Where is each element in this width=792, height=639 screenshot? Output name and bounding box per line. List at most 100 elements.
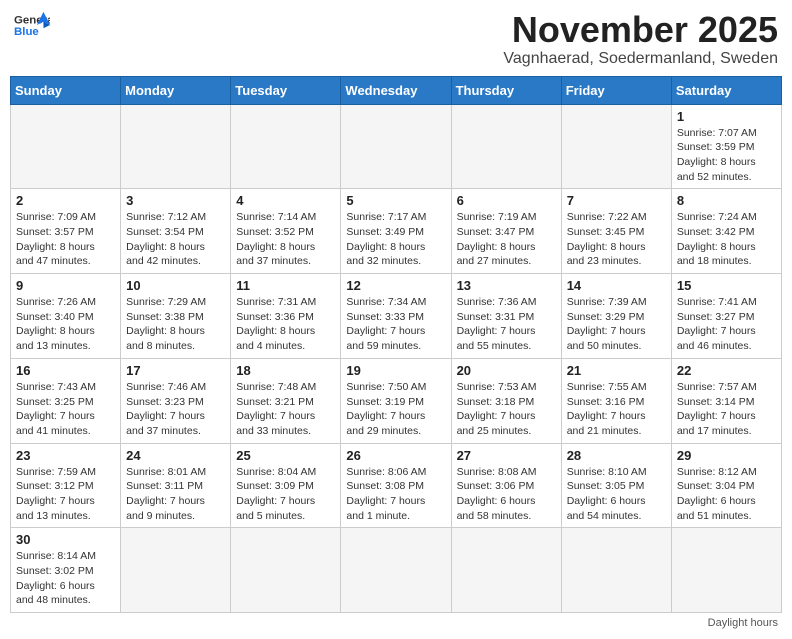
calendar-day: 24 Sunrise: 8:01 AM Sunset: 3:11 PM Dayli… bbox=[121, 443, 231, 528]
calendar-week-3: 9Sunrise: 7:26 AM Sunset: 3:40 PM Daylig… bbox=[11, 274, 782, 359]
day-info: Sunrise: 7:29 AM Sunset: 3:38 PM Dayligh… bbox=[126, 295, 225, 354]
day-number: 22 bbox=[677, 363, 776, 378]
calendar-day: 26 Sunrise: 8:06 AM Sunset: 3:08 PM Dayli… bbox=[341, 443, 451, 528]
calendar-week-6: 30 Sunrise: 8:14 AM Sunset: 3:02 PM Dayli… bbox=[11, 528, 782, 613]
calendar-day: 8 Sunrise: 7:24 AM Sunset: 3:42 PM Daylig… bbox=[671, 189, 781, 274]
day-number: 21 bbox=[567, 363, 666, 378]
day-number: 17 bbox=[126, 363, 225, 378]
calendar-day: 22 Sunrise: 7:57 AM Sunset: 3:14 PM Dayli… bbox=[671, 358, 781, 443]
day-number: 16 bbox=[16, 363, 115, 378]
calendar-day: 16 Sunrise: 7:43 AM Sunset: 3:25 PM Dayli… bbox=[11, 358, 121, 443]
day-info: Sunrise: 7:14 AM Sunset: 3:52 PM Dayligh… bbox=[236, 210, 335, 269]
day-number: 19 bbox=[346, 363, 445, 378]
day-header-monday: Monday bbox=[121, 76, 231, 104]
day-info: Sunrise: 7:36 AM Sunset: 3:31 PM Dayligh… bbox=[457, 295, 556, 354]
calendar-day bbox=[121, 104, 231, 189]
day-header-sunday: Sunday bbox=[11, 76, 121, 104]
calendar-day: 3 Sunrise: 7:12 AM Sunset: 3:54 PM Daylig… bbox=[121, 189, 231, 274]
calendar-day bbox=[341, 528, 451, 613]
calendar-week-4: 16 Sunrise: 7:43 AM Sunset: 3:25 PM Dayli… bbox=[11, 358, 782, 443]
day-info: Sunrise: 8:01 AM Sunset: 3:11 PM Dayligh… bbox=[126, 465, 225, 524]
calendar-day bbox=[451, 104, 561, 189]
calendar-day: 2 Sunrise: 7:09 AM Sunset: 3:57 PM Daylig… bbox=[11, 189, 121, 274]
calendar-day: 11 Sunrise: 7:31 AM Sunset: 3:36 PM Dayli… bbox=[231, 274, 341, 359]
day-number: 2 bbox=[16, 193, 115, 208]
day-number: 6 bbox=[457, 193, 556, 208]
calendar-day: 10Sunrise: 7:29 AM Sunset: 3:38 PM Dayli… bbox=[121, 274, 231, 359]
day-info: Sunrise: 7:19 AM Sunset: 3:47 PM Dayligh… bbox=[457, 210, 556, 269]
calendar-day: 21Sunrise: 7:55 AM Sunset: 3:16 PM Dayli… bbox=[561, 358, 671, 443]
calendar-day: 30 Sunrise: 8:14 AM Sunset: 3:02 PM Dayli… bbox=[11, 528, 121, 613]
day-info: Sunrise: 7:34 AM Sunset: 3:33 PM Dayligh… bbox=[346, 295, 445, 354]
calendar-day: 23Sunrise: 7:59 AM Sunset: 3:12 PM Dayli… bbox=[11, 443, 121, 528]
day-number: 15 bbox=[677, 278, 776, 293]
calendar-week-2: 2 Sunrise: 7:09 AM Sunset: 3:57 PM Daylig… bbox=[11, 189, 782, 274]
calendar-day: 7 Sunrise: 7:22 AM Sunset: 3:45 PM Daylig… bbox=[561, 189, 671, 274]
calendar-day bbox=[451, 528, 561, 613]
day-number: 13 bbox=[457, 278, 556, 293]
calendar: SundayMondayTuesdayWednesdayThursdayFrid… bbox=[10, 76, 782, 614]
calendar-day: 28 Sunrise: 8:10 AM Sunset: 3:05 PM Dayli… bbox=[561, 443, 671, 528]
logo-icon: General Blue bbox=[14, 10, 50, 40]
calendar-day: 19Sunrise: 7:50 AM Sunset: 3:19 PM Dayli… bbox=[341, 358, 451, 443]
day-number: 26 bbox=[346, 448, 445, 463]
calendar-day bbox=[341, 104, 451, 189]
day-info: Sunrise: 7:07 AM Sunset: 3:59 PM Dayligh… bbox=[677, 126, 776, 185]
calendar-header-row: SundayMondayTuesdayWednesdayThursdayFrid… bbox=[11, 76, 782, 104]
calendar-day: 17 Sunrise: 7:46 AM Sunset: 3:23 PM Dayli… bbox=[121, 358, 231, 443]
day-info: Sunrise: 7:22 AM Sunset: 3:45 PM Dayligh… bbox=[567, 210, 666, 269]
calendar-day: 13 Sunrise: 7:36 AM Sunset: 3:31 PM Dayli… bbox=[451, 274, 561, 359]
day-info: Sunrise: 8:10 AM Sunset: 3:05 PM Dayligh… bbox=[567, 465, 666, 524]
calendar-day: 4Sunrise: 7:14 AM Sunset: 3:52 PM Daylig… bbox=[231, 189, 341, 274]
day-number: 28 bbox=[567, 448, 666, 463]
day-header-friday: Friday bbox=[561, 76, 671, 104]
day-info: Sunrise: 7:12 AM Sunset: 3:54 PM Dayligh… bbox=[126, 210, 225, 269]
day-number: 18 bbox=[236, 363, 335, 378]
calendar-week-5: 23Sunrise: 7:59 AM Sunset: 3:12 PM Dayli… bbox=[11, 443, 782, 528]
day-info: Sunrise: 7:53 AM Sunset: 3:18 PM Dayligh… bbox=[457, 380, 556, 439]
day-info: Sunrise: 8:08 AM Sunset: 3:06 PM Dayligh… bbox=[457, 465, 556, 524]
day-number: 3 bbox=[126, 193, 225, 208]
day-info: Sunrise: 7:59 AM Sunset: 3:12 PM Dayligh… bbox=[16, 465, 115, 524]
location-title: Vagnhaerad, Soedermanland, Sweden bbox=[503, 50, 778, 68]
day-info: Sunrise: 8:04 AM Sunset: 3:09 PM Dayligh… bbox=[236, 465, 335, 524]
day-header-thursday: Thursday bbox=[451, 76, 561, 104]
day-number: 8 bbox=[677, 193, 776, 208]
day-number: 5 bbox=[346, 193, 445, 208]
calendar-day: 12Sunrise: 7:34 AM Sunset: 3:33 PM Dayli… bbox=[341, 274, 451, 359]
calendar-day: 6 Sunrise: 7:19 AM Sunset: 3:47 PM Daylig… bbox=[451, 189, 561, 274]
calendar-day: 27Sunrise: 8:08 AM Sunset: 3:06 PM Dayli… bbox=[451, 443, 561, 528]
calendar-day bbox=[231, 104, 341, 189]
day-number: 24 bbox=[126, 448, 225, 463]
title-area: November 2025 Vagnhaerad, Soedermanland,… bbox=[503, 10, 778, 68]
day-info: Sunrise: 8:06 AM Sunset: 3:08 PM Dayligh… bbox=[346, 465, 445, 524]
calendar-day: 14Sunrise: 7:39 AM Sunset: 3:29 PM Dayli… bbox=[561, 274, 671, 359]
day-info: Sunrise: 7:57 AM Sunset: 3:14 PM Dayligh… bbox=[677, 380, 776, 439]
day-number: 11 bbox=[236, 278, 335, 293]
footer-note: Daylight hours bbox=[10, 617, 782, 629]
day-info: Sunrise: 7:31 AM Sunset: 3:36 PM Dayligh… bbox=[236, 295, 335, 354]
day-header-wednesday: Wednesday bbox=[341, 76, 451, 104]
calendar-week-1: 1Sunrise: 7:07 AM Sunset: 3:59 PM Daylig… bbox=[11, 104, 782, 189]
logo: General Blue bbox=[14, 10, 50, 40]
day-header-tuesday: Tuesday bbox=[231, 76, 341, 104]
day-info: Sunrise: 7:39 AM Sunset: 3:29 PM Dayligh… bbox=[567, 295, 666, 354]
day-info: Sunrise: 7:41 AM Sunset: 3:27 PM Dayligh… bbox=[677, 295, 776, 354]
calendar-day: 25 Sunrise: 8:04 AM Sunset: 3:09 PM Dayli… bbox=[231, 443, 341, 528]
calendar-day bbox=[121, 528, 231, 613]
month-title: November 2025 bbox=[503, 10, 778, 50]
day-number: 30 bbox=[16, 532, 115, 547]
calendar-day: 9Sunrise: 7:26 AM Sunset: 3:40 PM Daylig… bbox=[11, 274, 121, 359]
calendar-day: 15 Sunrise: 7:41 AM Sunset: 3:27 PM Dayli… bbox=[671, 274, 781, 359]
day-info: Sunrise: 7:24 AM Sunset: 3:42 PM Dayligh… bbox=[677, 210, 776, 269]
day-number: 25 bbox=[236, 448, 335, 463]
day-info: Sunrise: 7:46 AM Sunset: 3:23 PM Dayligh… bbox=[126, 380, 225, 439]
day-info: Sunrise: 7:09 AM Sunset: 3:57 PM Dayligh… bbox=[16, 210, 115, 269]
calendar-day bbox=[671, 528, 781, 613]
day-info: Sunrise: 8:12 AM Sunset: 3:04 PM Dayligh… bbox=[677, 465, 776, 524]
day-info: Sunrise: 8:14 AM Sunset: 3:02 PM Dayligh… bbox=[16, 549, 115, 608]
day-info: Sunrise: 7:43 AM Sunset: 3:25 PM Dayligh… bbox=[16, 380, 115, 439]
day-info: Sunrise: 7:48 AM Sunset: 3:21 PM Dayligh… bbox=[236, 380, 335, 439]
calendar-day bbox=[11, 104, 121, 189]
day-number: 7 bbox=[567, 193, 666, 208]
